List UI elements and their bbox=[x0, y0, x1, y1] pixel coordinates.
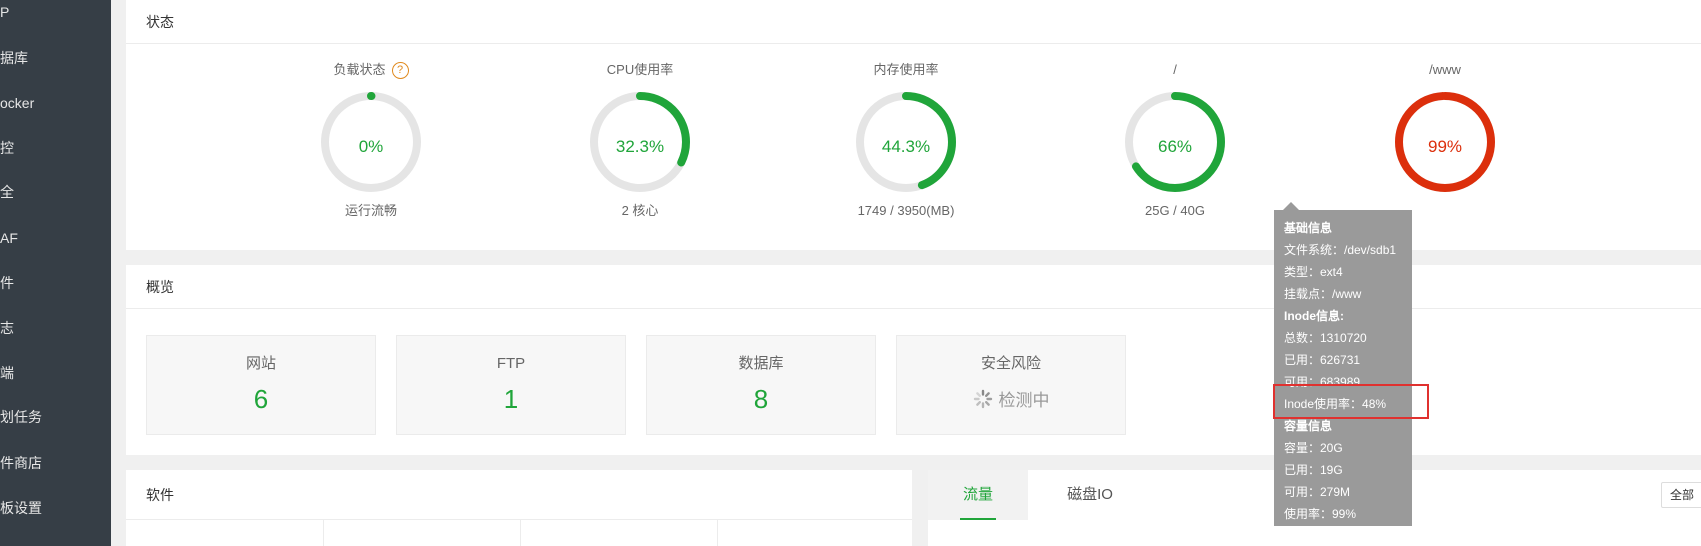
gauge-title: 负载状态 bbox=[333, 62, 386, 77]
sidebar-item-cron[interactable]: 划任务 bbox=[0, 397, 111, 437]
card-value: 1 bbox=[503, 384, 519, 414]
range-select[interactable]: 全部 bbox=[1661, 482, 1701, 508]
disk-info-tooltip: 基础信息 文件系统：/dev/sdb1 类型：ext4 挂载点：/www Ino… bbox=[1274, 202, 1412, 526]
question-icon[interactable]: ? bbox=[391, 61, 409, 79]
tooltip-heading: 基础信息 bbox=[1284, 221, 1333, 235]
sidebar-item-files[interactable]: 件 bbox=[0, 263, 111, 303]
gauge-value: 32.3% bbox=[615, 137, 665, 156]
sidebar-item-ftp[interactable]: P bbox=[0, 0, 111, 32]
gauge-value: 0% bbox=[358, 137, 384, 156]
tooltip-line: 可用：279M bbox=[1284, 485, 1351, 499]
card-websites[interactable]: 网站 6 bbox=[146, 335, 376, 435]
sidebar-item-database[interactable]: 据库 bbox=[0, 38, 111, 78]
sidebar-item-label: 全 bbox=[0, 184, 14, 200]
card-databases[interactable]: 数据库 8 bbox=[646, 335, 876, 435]
status-title: 状态 bbox=[126, 0, 1701, 44]
gauge-disk-www[interactable]: /www 99% bbox=[1375, 60, 1515, 220]
gauge-cpu[interactable]: CPU使用率 32.3% 2 核心 bbox=[570, 60, 710, 220]
tab-disk-io[interactable]: 磁盘IO bbox=[1028, 470, 1152, 520]
gauge-title: / bbox=[1173, 62, 1177, 77]
gauge-title: /www bbox=[1429, 62, 1461, 77]
sidebar-item-label: P bbox=[0, 4, 10, 20]
loading-spinner-icon bbox=[973, 389, 992, 408]
card-value: 6 bbox=[253, 384, 269, 414]
sidebar-item-label: ocker bbox=[0, 95, 35, 111]
tooltip-line: 类型：ext4 bbox=[1284, 265, 1343, 279]
gauge-disk-root[interactable]: / 66% 25G / 40G bbox=[1105, 60, 1245, 220]
sidebar-item-label: 板设置 bbox=[0, 500, 42, 516]
gauge-memory[interactable]: 内存使用率 44.3% 1749 / 3950(MB) bbox=[836, 60, 976, 220]
gauge-subtitle: 运行流畅 bbox=[344, 203, 397, 218]
overview-panel: 概览 网站 6 FTP 1 数据库 8 安全风险 检测中 bbox=[126, 265, 1701, 455]
sidebar-item-label: 划任务 bbox=[0, 409, 42, 425]
tooltip-line: 使用率：99% bbox=[1284, 507, 1357, 521]
software-title: 软件 bbox=[126, 470, 912, 520]
sidebar-item-terminal[interactable]: 端 bbox=[0, 353, 111, 393]
divider bbox=[717, 520, 718, 546]
card-ftp[interactable]: FTP 1 bbox=[396, 335, 626, 435]
sidebar-item-label: 件 bbox=[0, 275, 14, 291]
sidebar: P 据库 ocker 控 全 AF 件 志 端 划任务 件商店 板设置 bbox=[0, 0, 111, 546]
sidebar-item-security[interactable]: 全 bbox=[0, 172, 111, 212]
sidebar-item-monitor[interactable]: 控 bbox=[0, 128, 111, 168]
tooltip-line: 总数：1310720 bbox=[1284, 331, 1367, 345]
sidebar-item-settings[interactable]: 板设置 bbox=[0, 488, 111, 528]
sidebar-item-label: 据库 bbox=[0, 50, 28, 66]
card-label: 数据库 bbox=[738, 355, 784, 372]
sidebar-item-label: 端 bbox=[0, 365, 14, 381]
sidebar-item-label: 件商店 bbox=[0, 455, 42, 471]
gauge-load[interactable]: 负载状态? 0% 运行流畅 bbox=[301, 60, 441, 220]
card-label: 网站 bbox=[245, 355, 276, 372]
sidebar-item-app-store[interactable]: 件商店 bbox=[0, 443, 111, 483]
gauge-title: 内存使用率 bbox=[873, 62, 939, 77]
divider bbox=[520, 520, 521, 546]
gauge-title: CPU使用率 bbox=[606, 62, 674, 77]
overview-title: 概览 bbox=[126, 265, 1701, 309]
gauge-subtitle: 2 核心 bbox=[621, 203, 659, 218]
tooltip-line: 容量：20G bbox=[1284, 441, 1343, 455]
tooltip-line: 已用：19G bbox=[1284, 463, 1343, 477]
tooltip-heading: Inode信息: bbox=[1284, 309, 1344, 323]
card-status-text: 检测中 bbox=[998, 391, 1050, 410]
sidebar-item-label: AF bbox=[0, 230, 18, 246]
sidebar-item-label: 控 bbox=[0, 140, 14, 156]
tooltip-line: 文件系统：/dev/sdb1 bbox=[1284, 243, 1397, 257]
gauge-subtitle: 1749 / 3950(MB) bbox=[857, 203, 955, 218]
select-value: 全部 bbox=[1670, 488, 1695, 502]
card-label: FTP bbox=[496, 355, 526, 372]
gauge-value: 99% bbox=[1427, 137, 1463, 156]
software-panel: 软件 bbox=[126, 470, 912, 546]
highlight-box bbox=[1273, 384, 1429, 419]
card-value: 8 bbox=[753, 384, 769, 414]
sidebar-item-label: 志 bbox=[0, 320, 14, 336]
gauge-subtitle: 25G / 40G bbox=[1145, 203, 1205, 218]
gauge-value: 44.3% bbox=[881, 137, 931, 156]
tab-traffic[interactable]: 流量 bbox=[928, 470, 1028, 520]
gauge-value: 66% bbox=[1157, 137, 1193, 156]
sidebar-item-docker[interactable]: ocker bbox=[0, 83, 111, 123]
divider bbox=[323, 520, 324, 546]
tooltip-line: 挂载点：/www bbox=[1284, 287, 1362, 301]
card-label: 安全风险 bbox=[980, 355, 1041, 372]
sidebar-item-logs[interactable]: 志 bbox=[0, 308, 111, 348]
card-security-risk[interactable]: 安全风险 检测中 bbox=[896, 335, 1126, 435]
sidebar-item-waf[interactable]: AF bbox=[0, 218, 111, 258]
status-panel: 状态 负载状态? 0% 运行流畅 CPU使用率 32.3% 2 核心 内存使用率… bbox=[126, 0, 1701, 250]
tooltip-line: 已用：626731 bbox=[1284, 353, 1361, 367]
